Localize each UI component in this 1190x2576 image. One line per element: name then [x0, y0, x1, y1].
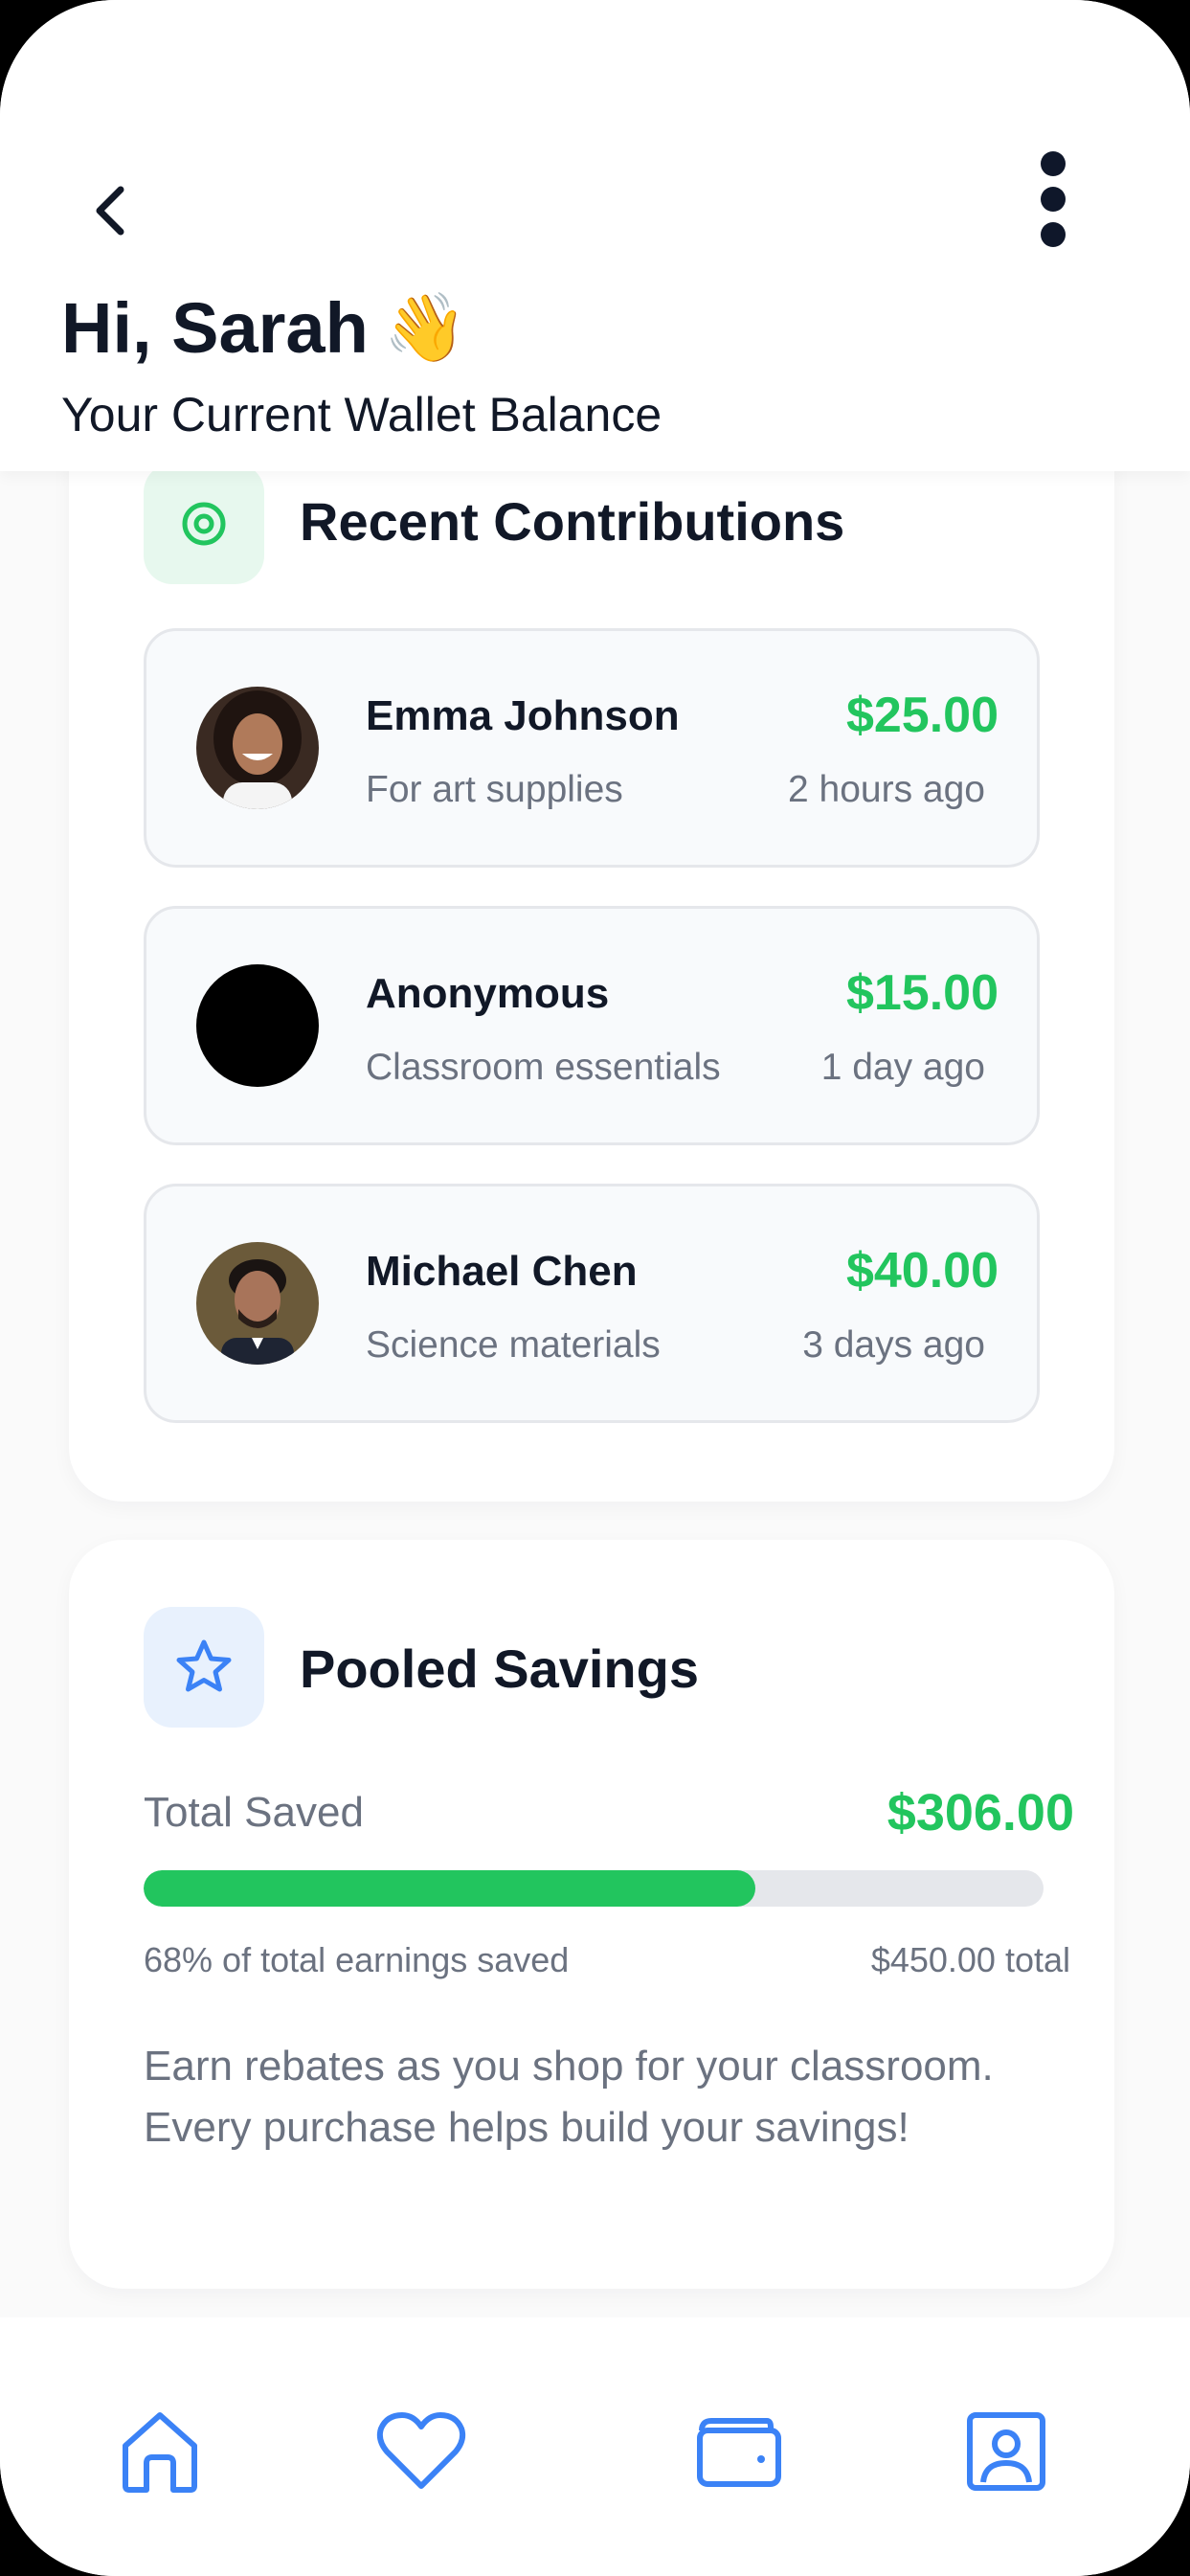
total-saved-label: Total Saved — [144, 1789, 364, 1836]
contribution-item[interactable]: Michael Chen Science materials $40.00 3 … — [144, 1184, 1040, 1423]
savings-description: Earn rebates as you shop for your classr… — [144, 2043, 994, 2151]
savings-title: Pooled Savings — [300, 1638, 699, 1699]
total-saved-amount: $306.00 — [887, 1784, 1074, 1842]
more-options-button[interactable] — [1024, 151, 1082, 247]
contribution-amount: $40.00 — [845, 1243, 999, 1299]
contributor-name: Anonymous — [366, 970, 610, 1017]
back-button[interactable] — [80, 172, 138, 249]
contribution-item[interactable]: Anonymous Classroom essentials $15.00 1 … — [144, 906, 1040, 1145]
avatar — [196, 687, 319, 809]
contribution-note: For art supplies — [366, 769, 623, 810]
wallet-icon — [697, 2418, 781, 2487]
contribution-item[interactable]: Emma Johnson For art supplies $25.00 2 h… — [144, 628, 1040, 868]
home-icon — [123, 2412, 197, 2493]
pooled-savings-card: Pooled Savings Total Saved $306.00 68% o… — [69, 1540, 1114, 2289]
wave-emoji: 👋 — [383, 289, 467, 365]
contribution-time: 1 day ago — [820, 1047, 985, 1088]
wallet-balance-subtitle: Your Current Wallet Balance — [61, 388, 662, 441]
contributor-name: Emma Johnson — [366, 692, 680, 739]
more-vertical-icon — [1041, 151, 1066, 176]
contributions-icon-box — [144, 463, 264, 584]
recent-contributions-card: Recent Contributions Emma Johnson For ar… — [69, 402, 1114, 1502]
contributor-name: Michael Chen — [366, 1248, 638, 1295]
heart-icon — [376, 2412, 466, 2489]
savings-progress-bar — [144, 1870, 1044, 1907]
contribution-time: 3 days ago — [802, 1324, 985, 1366]
progress-total-text: $450.00 total — [870, 1940, 1070, 1979]
contributions-title: Recent Contributions — [300, 491, 845, 552]
contribution-note: Science materials — [366, 1324, 661, 1366]
nav-wallet-button[interactable] — [682, 2394, 797, 2509]
nav-home-button[interactable] — [102, 2394, 217, 2509]
phone-screen: Hi, Sarah 👋 Your Current Wallet Balance … — [0, 0, 1190, 2576]
greeting-title: Hi, Sarah 👋 — [61, 287, 467, 369]
anonymous-avatar — [196, 964, 319, 1087]
savings-icon-box — [144, 1607, 264, 1728]
bottom-navigation — [0, 2317, 1190, 2576]
nav-profile-button[interactable] — [949, 2394, 1064, 2509]
header: Hi, Sarah 👋 Your Current Wallet Balance — [0, 0, 1190, 471]
savings-progress-fill — [144, 1870, 756, 1907]
contribution-note: Classroom essentials — [366, 1047, 721, 1088]
contribution-time: 2 hours ago — [788, 769, 985, 810]
nav-favorites-button[interactable] — [364, 2394, 479, 2509]
greeting-text: Hi, Sarah — [61, 288, 369, 368]
chevron-left-icon — [96, 186, 124, 236]
progress-percent-text: 68% of total earnings saved — [144, 1940, 570, 1979]
star-icon — [176, 1639, 232, 1692]
avatar — [196, 1242, 319, 1365]
contribution-amount: $25.00 — [845, 688, 999, 743]
contribution-amount: $15.00 — [845, 965, 999, 1021]
profile-icon — [967, 2412, 1045, 2491]
target-icon — [182, 502, 226, 546]
